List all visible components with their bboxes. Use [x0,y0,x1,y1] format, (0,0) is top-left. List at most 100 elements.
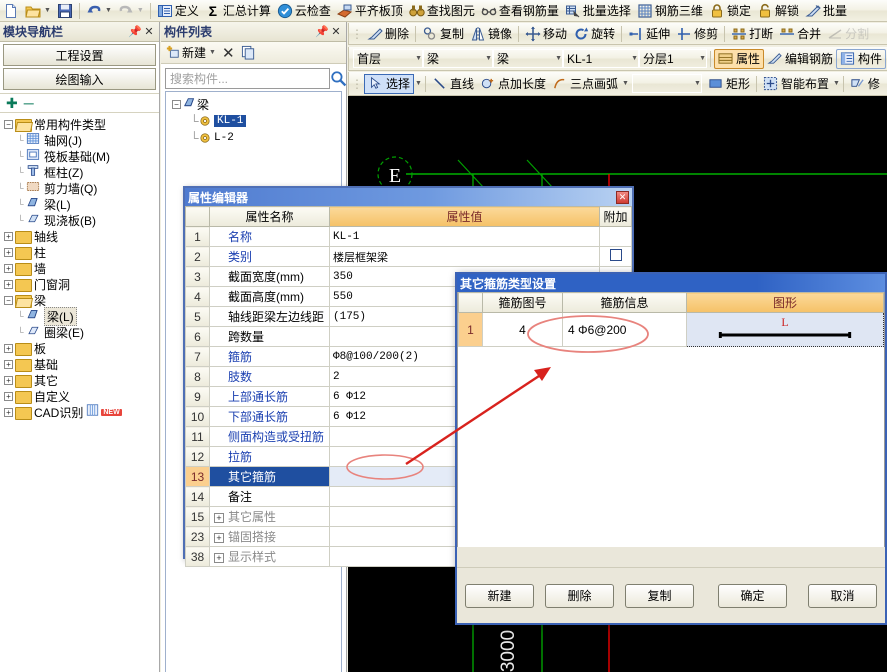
table-row[interactable]: 1 名称 KL-1 [185,226,632,247]
chevron-down-icon[interactable]: ▼ [209,49,216,56]
batch-button[interactable]: 批量 [802,1,850,21]
delete-button[interactable]: 删除 [364,24,412,44]
property-value-cell[interactable]: 楼层框架梁 [329,246,600,267]
chevron-down-icon[interactable]: ▼ [415,80,422,87]
point-length-button[interactable]: 点加长度 [477,74,549,94]
tree-item[interactable]: + 板 [4,340,159,356]
subcategory-select[interactable]: 梁 ▼ [493,49,563,68]
tree-item[interactable]: + 轴线 [4,228,159,244]
line-tool-button[interactable]: 直线 [429,74,477,94]
delete-button[interactable]: 删除 [545,583,614,608]
merge-button[interactable]: 合并 [776,24,824,44]
pin-icon[interactable]: 📌 [128,25,142,39]
component-select[interactable]: KL-1 ▼ [563,49,639,68]
expand-icon[interactable]: + [214,553,224,563]
undo-button[interactable]: ▼ [83,1,115,21]
tree-item[interactable]: └ 筏板基础(M) [4,148,159,164]
search-icon[interactable] [330,68,347,89]
collapse-icon[interactable]: − [172,99,181,109]
tree-item[interactable]: + 柱 [4,244,159,260]
layer-select[interactable]: 分层1 ▼ [639,49,707,68]
close-icon[interactable]: ✕ [329,25,343,39]
unlock-button[interactable]: 解锁 [754,1,802,21]
expand-icon[interactable]: + [4,343,13,353]
property-group-name[interactable]: + 其它属性 [209,506,330,527]
expand-icon[interactable]: + [214,533,224,543]
copy-button[interactable]: 复制 [419,24,467,44]
chevron-down-icon[interactable]: ▼ [622,80,629,87]
chevron-down-icon[interactable]: ▼ [694,80,701,87]
split-button[interactable]: 分割 [824,24,872,44]
property-editor-titlebar[interactable]: 属性编辑器 ✕ [185,188,632,206]
extend-button[interactable]: 延伸 [625,24,673,44]
open-file-button[interactable]: ▼ [22,1,54,21]
select-tool-button[interactable]: 选择 [364,73,415,94]
new-button[interactable]: 新建 [465,583,534,608]
tree-item[interactable]: + 墙 [4,260,159,276]
attach-cell[interactable] [599,226,632,247]
repair-button[interactable]: 修 [847,74,883,94]
rectangle-tool-button[interactable]: 矩形 [705,74,753,94]
trim-button[interactable]: 修剪 [673,24,721,44]
new-component-button[interactable]: 新建 ▼ [166,44,216,61]
drag-handle[interactable]: ⋮ [349,77,364,91]
cancel-button[interactable]: 取消 [808,583,877,608]
component-button[interactable]: 构件 [836,48,887,69]
new-file-button[interactable] [0,1,22,21]
tree-item[interactable]: + 其它 [4,372,159,388]
floor-select[interactable]: 首层 ▼ [353,49,423,68]
property-value-cell[interactable]: KL-1 [329,226,600,247]
project-settings-button[interactable]: 工程设置 [3,44,156,66]
collapse-icon[interactable]: − [4,295,13,305]
expand-icon[interactable]: + [214,513,224,523]
drag-handle[interactable]: ⋮ [349,27,364,41]
collapse-all-icon[interactable]: ─ [24,95,34,111]
tree-item[interactable]: + 自定义 [4,388,159,404]
attach-cell[interactable] [599,246,632,267]
table-row[interactable]: 2 类别 楼层框架梁 [185,246,632,267]
expand-all-icon[interactable]: ✚ [6,95,18,112]
cloud-check-button[interactable]: 云检查 [274,1,334,21]
table-row[interactable]: 1 4 4 Φ6@200 L [458,312,884,347]
three-point-arc-button[interactable]: 三点画弧 [549,74,621,94]
expand-icon[interactable]: + [4,359,13,369]
expand-icon[interactable]: + [4,263,13,273]
tree-item[interactable]: − 常用构件类型 [4,116,159,132]
collapse-icon[interactable]: − [4,119,13,129]
chevron-down-icon[interactable]: ▼ [485,55,492,62]
edit-rebar-button[interactable]: 编辑钢筋 [764,49,836,69]
stirrup-dialog-titlebar[interactable]: 其它箍筋类型设置 [457,274,885,292]
component-tree-root[interactable]: − 梁 [172,96,341,112]
checkbox[interactable] [609,249,622,261]
tree-item[interactable]: └ 轴网(J) [4,132,159,148]
find-element-button[interactable]: 查找图元 [406,1,478,21]
lock-button[interactable]: 锁定 [706,1,754,21]
rotate-button[interactable]: 旋转 [570,24,618,44]
expand-icon[interactable]: + [4,375,13,385]
stirrup-figure-cell[interactable]: L [686,312,884,347]
define-button[interactable]: 定义 [154,1,202,21]
tree-item[interactable]: └ 梁(L) [4,306,159,326]
tree-item[interactable]: + 基础 [4,356,159,372]
chevron-down-icon[interactable]: ▼ [555,55,562,62]
chevron-down-icon[interactable]: ▼ [105,7,112,14]
break-button[interactable]: 打断 [728,24,776,44]
tree-item[interactable]: + 门窗洞 [4,276,159,292]
list-item[interactable]: └ L-2 [190,129,341,146]
chevron-down-icon[interactable]: ▼ [137,7,144,14]
expand-icon[interactable]: + [4,391,13,401]
expand-icon[interactable]: + [4,231,13,241]
copy-icon[interactable] [241,45,257,61]
expand-icon[interactable]: + [4,279,13,289]
redo-button[interactable]: ▼ [115,1,147,21]
rebar-3d-button[interactable]: 钢筋三维 [634,1,706,21]
tree-item[interactable]: └ 梁(L) [4,196,159,212]
chevron-down-icon[interactable]: ▼ [415,55,422,62]
tree-item[interactable]: − 梁 [4,292,159,308]
property-group-name[interactable]: + 显示样式 [209,546,330,567]
property-button[interactable]: 属性 [714,48,765,69]
pin-icon[interactable]: 📌 [315,25,329,39]
move-button[interactable]: 移动 [522,24,570,44]
expand-icon[interactable]: + [4,247,13,257]
drawing-input-button[interactable]: 绘图输入 [3,68,156,90]
